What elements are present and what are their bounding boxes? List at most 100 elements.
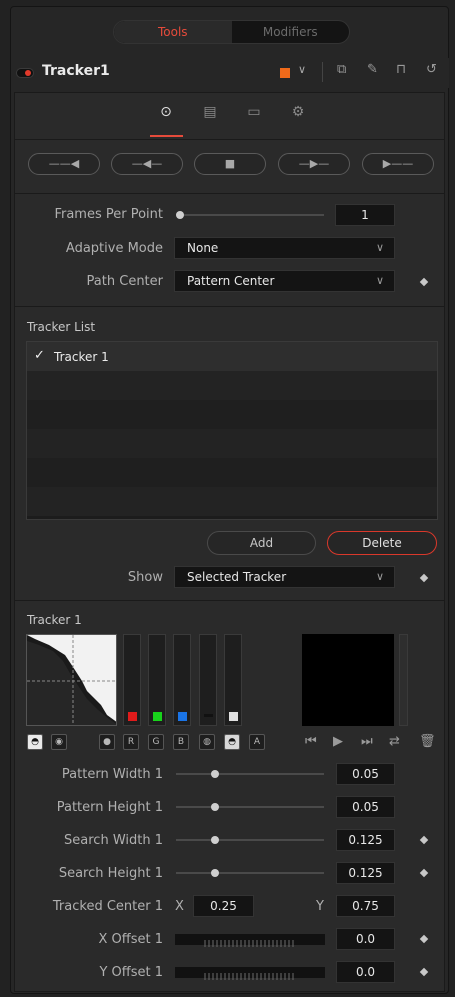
y-offset-label: Y Offset 1 [99,965,163,980]
tracker-list-empty-row [27,487,437,516]
x-offset-thumbwheel[interactable] [175,934,325,947]
search-height-label: Search Height 1 [58,866,163,881]
pattern-height-field[interactable]: 0.05 [336,796,395,818]
inspector-panel: Tools Modifiers Tracker1 ∨ ⧉ ✎ ⊓ ↺ ⊙ ▤ ▭… [0,0,455,997]
luma-channel-meter [224,634,242,726]
tracked-center-label: Tracked Center 1 [52,899,163,914]
x-offset-field[interactable]: 0.0 [336,928,395,950]
options-tab-icon[interactable]: ⚙ [287,104,309,122]
luma-toggle-icon[interactable]: ◓ [224,734,240,750]
lock-icon[interactable]: ⊓ [396,62,406,77]
tracker-list-empty-row [27,429,437,458]
first-frame-icon[interactable]: ⏮ [305,734,317,749]
operation-tab-icon[interactable]: ▤ [199,104,221,122]
modifiers-tab[interactable]: Modifiers [232,21,350,43]
track-forward-button[interactable]: ▶—— [362,153,434,175]
color-wheel-icon[interactable]: ◉ [51,734,67,750]
frames-per-point-field[interactable]: 1 [335,204,395,226]
alpha-channel-button[interactable]: A [249,734,265,750]
show-value: Selected Tracker [187,570,287,584]
luminance-channel-icon[interactable]: ◍ [199,734,215,750]
search-width-label: Search Width 1 [64,833,163,848]
show-dropdown[interactable]: Selected Tracker ∨ [174,566,395,588]
show-label: Show [127,570,163,585]
pattern-width-slider[interactable] [176,773,324,775]
search-width-knob[interactable] [211,836,219,844]
frames-per-point-label: Frames Per Point [54,207,163,222]
reset-icon[interactable]: ↺ [426,62,437,77]
alpha-channel-meter [199,634,217,726]
x-offset-label: X Offset 1 [98,932,164,947]
search-width-field[interactable]: 0.125 [336,829,395,851]
add-tracker-button[interactable]: Add [207,531,316,555]
path-center-label: Path Center [86,274,163,289]
path-center-dropdown[interactable]: Pattern Center ∨ [174,270,395,292]
divider [15,306,445,307]
tracker-list-empty-row [27,400,437,429]
loop-icon[interactable]: ⇄ [389,734,400,749]
chevron-down-icon: ∨ [375,274,384,287]
divider [15,193,445,194]
header-divider [322,62,323,82]
y-offset-thumbwheel[interactable] [175,967,325,980]
pattern-height-slider[interactable] [176,806,324,808]
red-channel-button[interactable]: R [123,734,139,750]
green-channel-meter [148,634,166,726]
search-height-knob[interactable] [211,869,219,877]
stop-tracking-button[interactable]: ■ [194,153,266,175]
delete-tracker-button[interactable]: Delete [327,531,437,555]
adaptive-mode-value: None [187,241,219,255]
blue-channel-button[interactable]: B [173,734,189,750]
chevron-down-icon[interactable]: ∨ [298,63,306,76]
divider [15,139,445,140]
track-forward-from-frame-button[interactable]: —▶— [278,153,350,175]
rgb-channels-icon[interactable]: ● [99,734,115,750]
tracker-preview [302,634,394,726]
tools-tab[interactable]: Tools [114,21,232,43]
trash-icon[interactable]: 🗑 [419,734,436,749]
pin-icon[interactable]: ✎ [367,62,378,77]
y-offset-field[interactable]: 0.0 [336,961,395,983]
pattern-thumbnail [26,634,117,726]
search-height-slider[interactable] [176,872,324,874]
tracker-list-empty-row [27,458,437,487]
path-center-value: Pattern Center [187,274,275,288]
divider [15,600,445,601]
tracker-list-item-label: Tracker 1 [54,350,109,364]
frames-per-point-slider[interactable] [176,214,324,216]
frames-per-point-knob[interactable] [176,211,184,219]
visibility-toggle-icon[interactable]: ◓ [27,734,43,750]
tool-enable-toggle[interactable] [16,68,34,78]
pattern-height-knob[interactable] [211,803,219,811]
chevron-down-icon: ∨ [375,570,384,583]
display-tab-icon[interactable]: ▭ [243,104,265,122]
pattern-width-field[interactable]: 0.05 [336,763,395,785]
y-axis-label: Y [316,899,324,914]
search-width-slider[interactable] [176,839,324,841]
pattern-height-label: Pattern Height 1 [56,800,163,815]
blue-channel-meter [173,634,191,726]
check-icon[interactable]: ✓ [34,348,45,363]
adaptive-mode-label: Adaptive Mode [65,241,163,256]
tool-title[interactable]: Tracker1 [42,63,110,79]
pattern-width-knob[interactable] [211,770,219,778]
tools-modifiers-switch: Tools Modifiers [113,20,350,44]
play-icon[interactable]: ▶ [333,734,343,749]
red-channel-meter [123,634,141,726]
tracker-list-title: Tracker List [27,320,96,334]
green-channel-button[interactable]: G [148,734,164,750]
x-axis-label: X [175,899,184,914]
active-tab-indicator [150,135,183,137]
preview-scrollbar[interactable] [399,634,408,726]
last-frame-icon[interactable]: ⏭ [361,734,373,749]
tracked-center-x-field[interactable]: 0.25 [193,895,254,917]
track-reverse-button[interactable]: ——◀ [28,153,100,175]
tracker-detail-title: Tracker 1 [27,613,82,627]
tracker-controls-tab-icon[interactable]: ⊙ [155,104,177,122]
tracked-center-y-field[interactable]: 0.75 [336,895,395,917]
track-reverse-from-frame-button[interactable]: —◀— [111,153,183,175]
tool-color-swatch[interactable] [280,68,290,78]
adaptive-mode-dropdown[interactable]: None ∨ [174,237,395,259]
versions-icon[interactable]: ⧉ [337,62,346,77]
search-height-field[interactable]: 0.125 [336,862,395,884]
